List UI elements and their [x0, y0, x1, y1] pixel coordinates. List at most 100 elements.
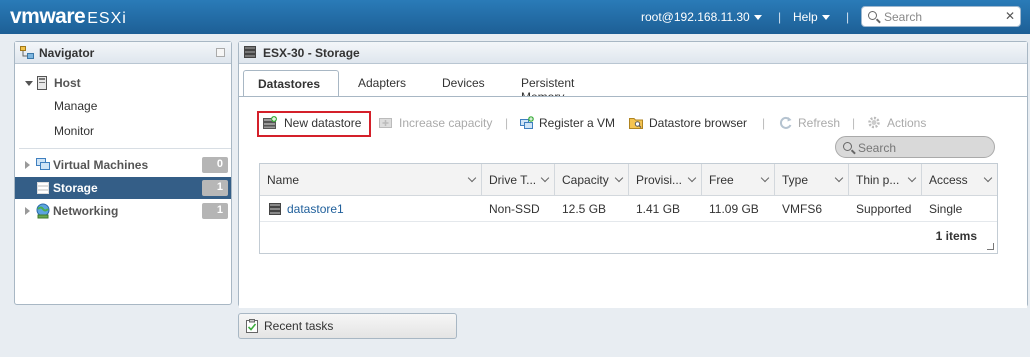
vm-icon — [36, 158, 50, 170]
chevron-down-icon[interactable] — [687, 173, 697, 183]
table-header: Name Drive T... Capacity Provisi... Free… — [260, 164, 997, 196]
count-badge: 1 — [202, 203, 228, 219]
nav-manage[interactable]: Manage — [15, 95, 231, 117]
top-bar: vmware ESXi root@192.168.11.30 | Help | S… — [0, 0, 1030, 34]
navigator-panel: Navigator Host Manage Monitor Virtual Ma… — [14, 41, 232, 305]
storage-icon — [37, 182, 49, 194]
register-vm-icon — [520, 116, 534, 129]
nav-host-label: Host — [54, 76, 81, 90]
toolbar-separator: | — [762, 116, 766, 130]
datastore-search-input[interactable]: Search — [835, 136, 995, 158]
separator: | — [778, 10, 782, 24]
expand-icon[interactable] — [25, 207, 30, 215]
page-title: ESX-30 - Storage — [263, 46, 360, 60]
cell-capacity: 12.5 GB — [562, 202, 607, 216]
datastore-icon — [269, 203, 281, 215]
tab-adapters[interactable]: Adapters — [344, 70, 420, 96]
chevron-down-icon[interactable] — [983, 173, 993, 183]
help-menu[interactable]: Help — [793, 10, 830, 24]
chevron-down-icon[interactable] — [467, 173, 477, 183]
help-label: Help — [793, 10, 818, 24]
increase-capacity-label: Increase capacity — [399, 116, 493, 130]
column-label: Free — [709, 173, 734, 187]
chevron-down-icon — [753, 15, 762, 21]
brand-name: vmware — [10, 5, 86, 28]
expand-icon[interactable] — [25, 161, 30, 169]
datastore-browser-label: Datastore browser — [649, 116, 748, 130]
new-datastore-label: New datastore — [284, 116, 362, 130]
navigator-title: Navigator — [39, 46, 95, 60]
search-icon — [868, 11, 877, 20]
gear-icon — [868, 116, 880, 129]
nav-host[interactable]: Host — [15, 72, 231, 94]
nav-storage[interactable]: Storage 1 — [15, 177, 231, 199]
cell-provisioned: 1.41 GB — [636, 202, 681, 216]
refresh-icon — [779, 116, 792, 129]
minimize-icon[interactable] — [216, 48, 225, 57]
tab-label: Adapters — [358, 76, 407, 90]
column-label: Drive T... — [489, 173, 537, 187]
search-placeholder: Search — [884, 10, 923, 24]
nav-vm-label: Virtual Machines — [53, 158, 149, 172]
tab-persistent-memory[interactable]: Persistent Memory — [507, 70, 588, 104]
storage-panel: ESX-30 - Storage Datastores Adapters Dev… — [238, 41, 1028, 308]
navigator-icon — [20, 46, 34, 59]
resize-grip-icon[interactable] — [987, 243, 994, 250]
storage-header: ESX-30 - Storage — [239, 42, 1027, 64]
column-label: Name — [267, 173, 300, 187]
column-header-access[interactable]: Access — [922, 164, 997, 196]
chevron-down-icon[interactable] — [907, 173, 917, 183]
cell-free: 11.09 GB — [709, 202, 759, 216]
recent-tasks-label: Recent tasks — [264, 319, 334, 333]
host-icon — [37, 76, 47, 90]
nav-networking[interactable]: Networking 1 — [15, 200, 231, 222]
tasks-clipboard-icon — [246, 319, 258, 333]
toolbar-separator: | — [852, 116, 856, 130]
tab-devices[interactable]: Devices — [428, 70, 499, 96]
navigator-header: Navigator — [15, 42, 231, 64]
user-menu[interactable]: root@192.168.11.30 — [641, 10, 762, 24]
actions-label: Actions — [887, 116, 927, 130]
column-header-drive-type[interactable]: Drive T... — [482, 164, 555, 196]
vmware-logo: vmware ESXi — [10, 5, 127, 29]
column-header-thin-provisioning[interactable]: Thin p... — [849, 164, 922, 196]
refresh-label: Refresh — [798, 116, 841, 130]
chevron-down-icon[interactable] — [834, 173, 844, 183]
count-badge: 1 — [202, 180, 228, 196]
datastores-table: Name Drive T... Capacity Provisi... Free… — [259, 163, 998, 254]
recent-tasks-button[interactable]: Recent tasks — [238, 313, 457, 339]
tab-label: Devices — [442, 76, 485, 90]
toolbar-separator: | — [505, 116, 509, 130]
increase-capacity-icon — [379, 118, 392, 128]
nav-monitor[interactable]: Monitor — [15, 120, 231, 142]
chevron-down-icon[interactable] — [614, 173, 624, 183]
nav-networking-label: Networking — [53, 204, 119, 218]
chevron-down-icon[interactable] — [760, 173, 770, 183]
datastore-name-link[interactable]: datastore1 — [287, 202, 344, 216]
search-icon — [843, 142, 852, 151]
count-badge: 0 — [202, 157, 228, 173]
chevron-down-icon[interactable] — [540, 173, 550, 183]
expand-icon[interactable] — [25, 81, 33, 86]
column-header-provisioned[interactable]: Provisi... — [629, 164, 702, 196]
nav-virtual-machines[interactable]: Virtual Machines 0 — [15, 154, 231, 176]
cell-thin-provisioning: Supported — [856, 202, 912, 216]
column-header-name[interactable]: Name — [260, 164, 482, 196]
column-header-capacity[interactable]: Capacity — [555, 164, 629, 196]
column-header-free[interactable]: Free — [702, 164, 775, 196]
cell-drive-type: Non-SSD — [489, 202, 540, 216]
nav-monitor-label: Monitor — [54, 124, 95, 138]
item-count: 1 items — [935, 229, 977, 243]
search-placeholder: Search — [858, 141, 897, 155]
column-header-type[interactable]: Type — [775, 164, 849, 196]
tab-label: Datastores — [258, 77, 321, 91]
separator: | — [846, 10, 850, 24]
clear-icon[interactable]: ✕ — [1005, 9, 1015, 23]
column-label: Access — [929, 173, 968, 187]
divider — [19, 148, 231, 149]
global-search-input[interactable]: Search ✕ — [861, 6, 1021, 27]
tab-datastores[interactable]: Datastores — [243, 70, 339, 96]
brand-product: ESXi — [87, 10, 127, 27]
table-row[interactable]: datastore1 Non-SSD 12.5 GB 1.41 GB 11.09… — [260, 196, 997, 222]
folder-icon — [629, 118, 643, 129]
